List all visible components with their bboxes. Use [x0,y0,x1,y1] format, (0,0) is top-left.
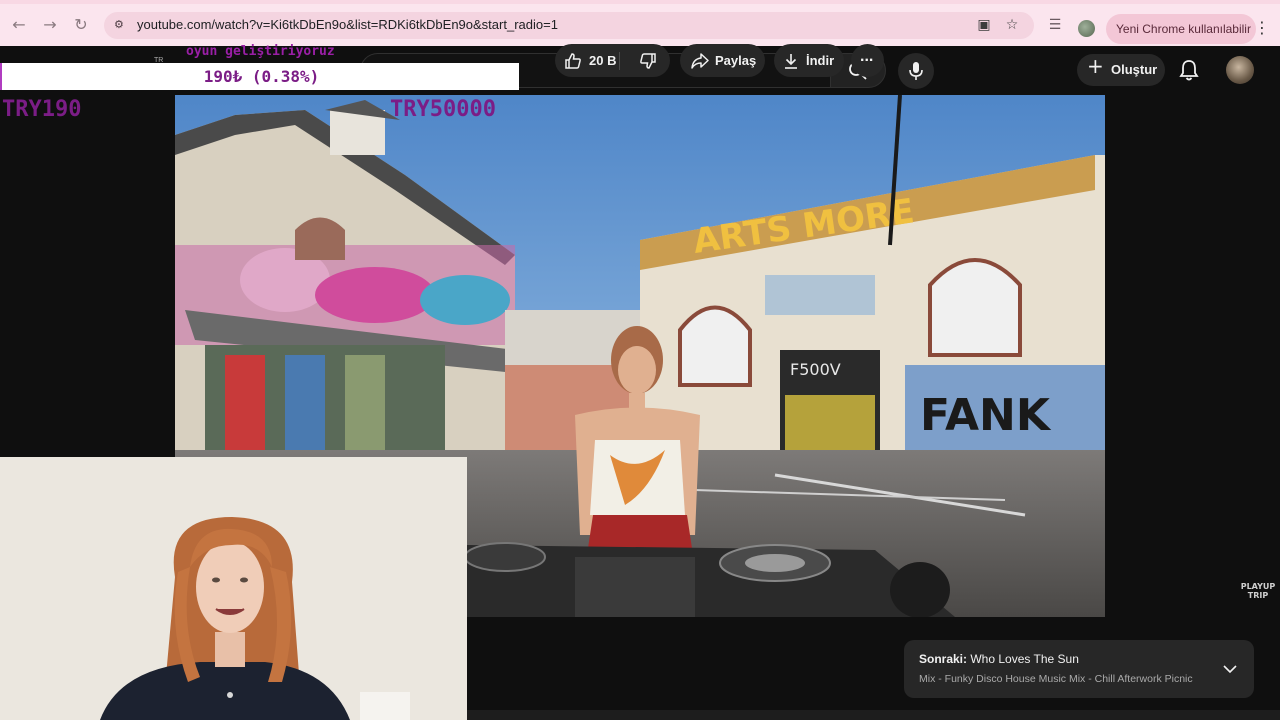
next-up-playlist: Mix - Funky Disco House Music Mix - Chil… [919,673,1193,685]
share-arrow-icon [691,53,709,69]
door-text: F500V [790,360,841,379]
microphone-icon [909,62,923,80]
bookmark-star-icon[interactable]: ☆ [1003,16,1021,34]
like-divider [619,52,620,70]
back-arrow-icon[interactable]: ← [9,15,29,35]
goal-start-amount: TRY190 [2,97,82,122]
goal-progress-text: 190₺ (0.38%) [203,67,320,86]
reload-icon[interactable]: ↻ [71,15,91,35]
notifications-bell-icon[interactable] [1178,58,1200,82]
more-actions-button[interactable]: ... [851,44,884,77]
profile-avatar-icon[interactable] [1078,20,1095,37]
site-info-icon[interactable]: ⚙ [114,18,128,32]
next-up-title: Sonraki: Who Loves The Sun [919,652,1079,666]
browser-menu-icon[interactable]: ⋮ [1254,18,1270,38]
chevron-down-icon[interactable] [1220,660,1240,678]
streamer-figure [0,457,467,720]
download-icon [785,54,797,69]
voice-search-button[interactable] [898,53,934,89]
channel-watermark: PLAYUP TRIP [1240,582,1276,600]
more-horizontal-icon: ... [860,48,874,65]
next-up-song: Who Loves The Sun [970,652,1079,666]
next-up-card[interactable]: Sonraki: Who Loves The Sun Mix - Funky D… [904,640,1254,698]
thumbs-down-icon[interactable] [639,52,657,70]
forward-arrow-icon[interactable]: → [40,15,60,35]
below-player-strip [467,710,1280,720]
reading-list-icon[interactable]: ☰ [1046,16,1064,34]
graffiti-fank-text: FANK [920,390,1052,441]
share-label: Paylaş [715,53,757,68]
webcam-overlay [0,457,467,720]
chrome-update-chip[interactable]: Yeni Chrome kullanılabilir [1106,14,1256,44]
download-label: İndir [806,53,835,68]
donation-label: oyun geliştiriyoruz [186,44,335,59]
share-button[interactable]: Paylaş [680,44,765,77]
install-app-icon[interactable]: ▣ [975,16,993,34]
download-button[interactable]: İndir [774,44,844,77]
account-avatar[interactable] [1226,56,1254,84]
like-count[interactable]: 20 B [589,44,616,77]
browser-toolbar: ← → ↻ ⚙ youtube.com/watch?v=Ki6tkDbEn9o&… [0,4,1280,46]
next-up-prefix: Sonraki: [919,652,968,666]
thumbs-up-icon[interactable] [564,52,582,70]
like-dislike-group: 20 B [555,44,670,77]
url-text[interactable]: youtube.com/watch?v=Ki6tkDbEn9o&list=RDK… [137,17,558,32]
create-label: Oluştur [1111,62,1158,77]
create-button[interactable]: + Oluştur [1077,54,1165,86]
donation-goal-bar: 190₺ (0.38%) [0,63,519,90]
plus-icon: + [1087,54,1104,78]
goal-target-amount: TRY50000 [390,97,496,122]
address-bar[interactable]: ⚙ youtube.com/watch?v=Ki6tkDbEn9o&list=R… [104,12,1034,39]
